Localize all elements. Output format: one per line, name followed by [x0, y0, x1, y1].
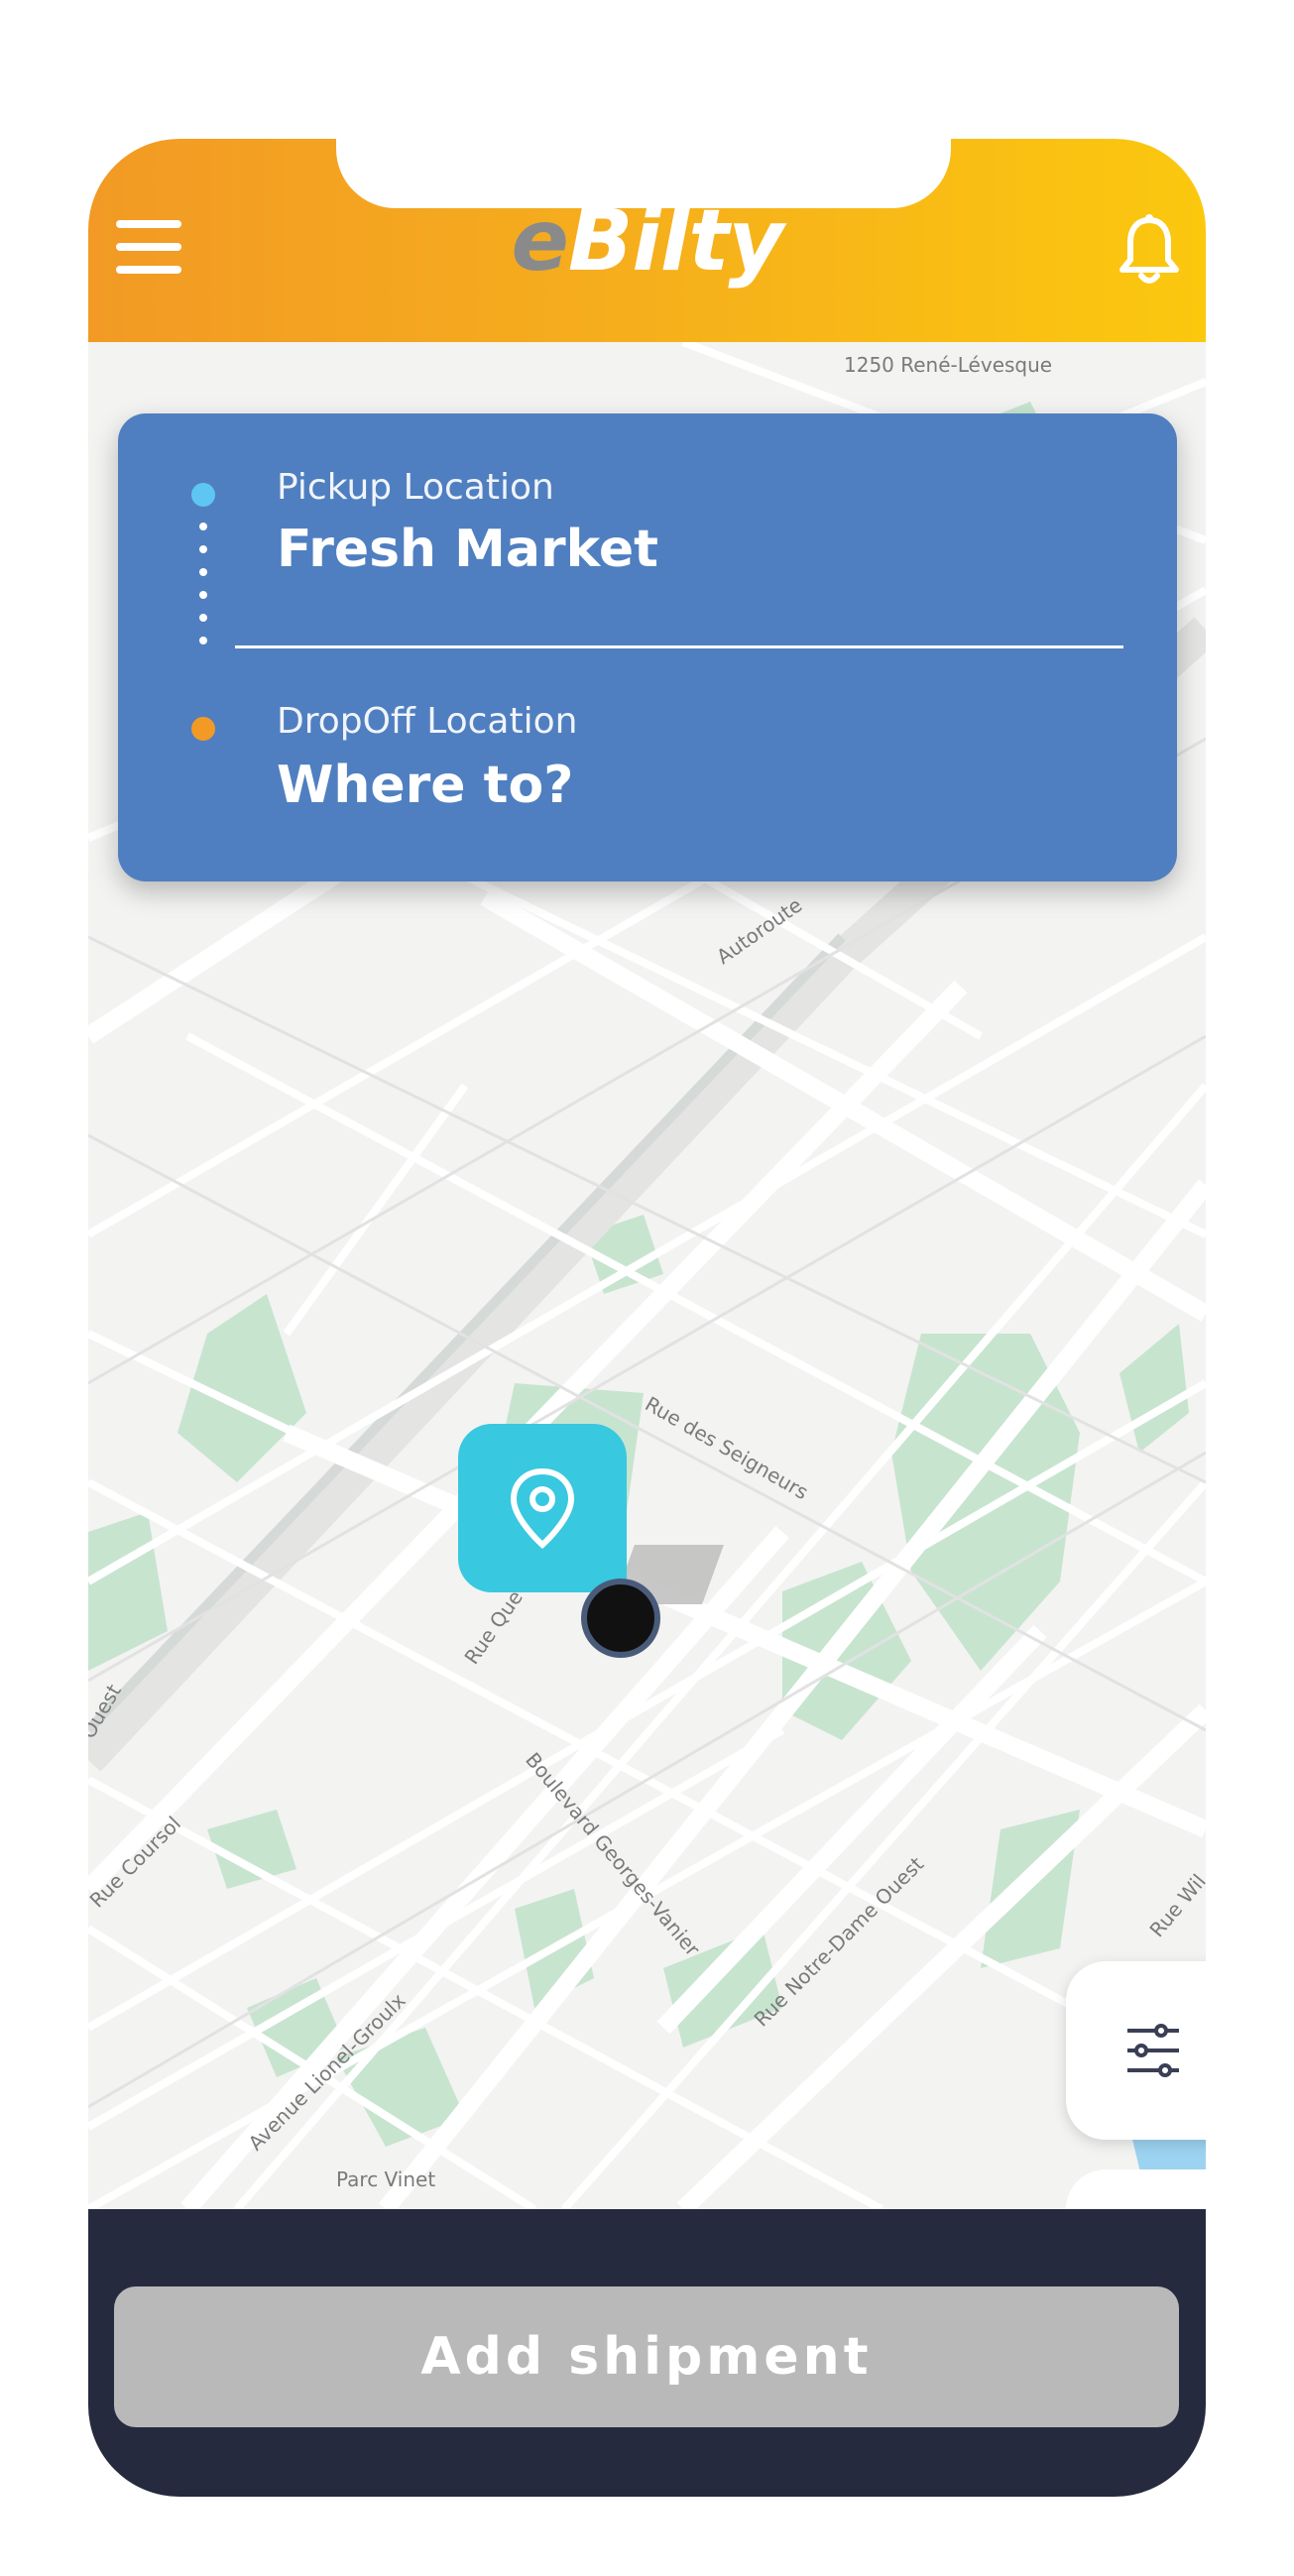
location-pin-button[interactable]: [458, 1424, 627, 1592]
pickup-location-field[interactable]: Fresh Market: [277, 520, 658, 579]
dropoff-dot-icon: [191, 717, 215, 741]
map-label-rue-wil: Rue Wil: [1144, 1869, 1206, 1941]
top-app-bar: eBilty: [88, 139, 1206, 342]
pickup-label: Pickup Location: [277, 467, 554, 508]
app-logo: eBilty: [88, 198, 1206, 284]
map-label-parc-vinet: Parc Vinet: [336, 2167, 435, 2191]
dropoff-label: DropOff Location: [277, 701, 578, 742]
filter-button[interactable]: [1066, 1961, 1206, 2140]
map-label-building-1: 1250 René-Lévesque: [844, 353, 1052, 377]
logo-main: Bilty: [567, 191, 784, 291]
map-label-rue-que: Rue Que: [459, 1585, 527, 1668]
location-card: Pickup Location Fresh Market DropOff Loc…: [118, 413, 1177, 881]
route-dots-icon: [199, 523, 207, 659]
add-shipment-button[interactable]: Add shipment: [114, 2286, 1179, 2427]
sliders-filter-icon: [1127, 2024, 1179, 2077]
location-pin-icon: [510, 1467, 575, 1550]
logo-prefix: e: [511, 191, 568, 291]
pickup-dot-icon: [191, 483, 215, 507]
card-divider: [235, 645, 1123, 648]
dropoff-location-field[interactable]: Where to?: [277, 756, 573, 815]
app-screen: 1250 René-Lévesque Autoroute Rue des Sei…: [88, 139, 1206, 2497]
current-location-marker: [581, 1579, 660, 1658]
bottom-bar: Add shipment: [88, 2209, 1206, 2497]
map-label-rue-seigneurs: Rue des Seigneurs: [642, 1392, 813, 1505]
bell-icon[interactable]: [1115, 210, 1184, 290]
